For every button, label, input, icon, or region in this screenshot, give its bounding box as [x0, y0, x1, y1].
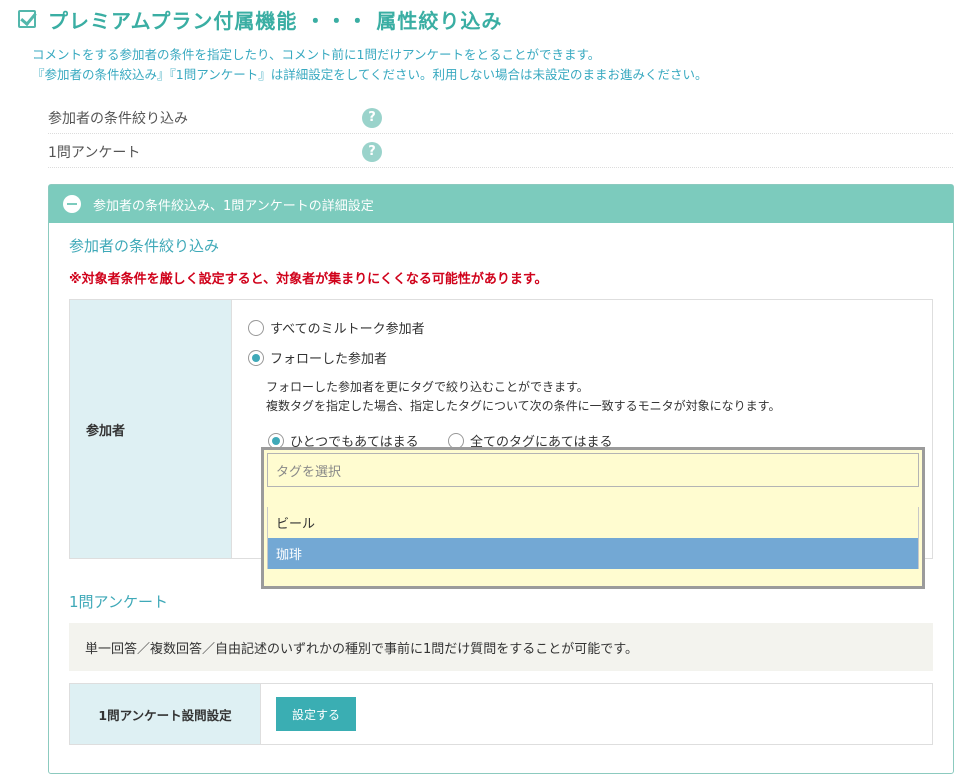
- tag-note-line-1: フォローした参加者を更にタグで絞り込むことができます。: [266, 380, 589, 394]
- configure-survey-button[interactable]: 設定する: [276, 697, 356, 731]
- filter-section-title: 参加者の条件絞り込み: [69, 237, 220, 255]
- tag-option-coffee[interactable]: 珈琲: [268, 538, 918, 569]
- tag-option-beer[interactable]: ビール: [268, 507, 918, 538]
- tag-options-list: ビール 珈琲: [267, 507, 919, 569]
- radio-label: フォローした参加者: [270, 352, 388, 367]
- survey-setting-label: 1問アンケート設問設定: [70, 684, 261, 744]
- survey-settings-table: 1問アンケート設問設定 設定する: [69, 683, 933, 745]
- survey-setting-body: 設定する: [261, 684, 932, 744]
- tag-search-input[interactable]: タグを選択: [267, 453, 919, 487]
- survey-note: 単一回答／複数回答／自由記述のいずれかの種別で事前に1問だけ質問をすることが可能…: [69, 623, 933, 671]
- description-line-1: コメントをする参加者の条件を指定したり、コメント前に1問だけアンケートをとること…: [32, 47, 601, 62]
- radio-label: すべてのミルトーク参加者: [270, 322, 425, 337]
- warning-text: ※対象者条件を厳しく設定すると、対象者が集まりにくくなる可能性があります。: [69, 272, 548, 287]
- option-row-survey: 1問アンケート ?: [48, 136, 953, 168]
- page-header: プレミアムプラン付属機能 ・・・ 属性絞り込み: [18, 4, 502, 34]
- help-icon[interactable]: ?: [362, 107, 382, 128]
- option-label: 1問アンケート: [48, 144, 141, 161]
- checkbox-checked-icon: [18, 10, 36, 28]
- description-line-2: 『参加者の条件絞込み』『1問アンケート』は詳細設定をしてください。利用しない場合…: [32, 67, 708, 82]
- option-row-participant-filter: 参加者の条件絞り込み ?: [48, 102, 953, 134]
- radio-unchecked-icon[interactable]: [248, 319, 264, 336]
- radio-checked-icon[interactable]: [248, 349, 264, 366]
- panel-header-toggle[interactable]: 参加者の条件絞込み、1問アンケートの詳細設定: [49, 185, 953, 223]
- radio-followed-participants[interactable]: フォローした参加者: [248, 348, 387, 367]
- tag-note-line-2: 複数タグを指定した場合、指定したタグについて次の条件に一致するモニタが対象になり…: [266, 399, 781, 413]
- tag-select-dropdown: タグを選択 ビール 珈琲: [261, 447, 925, 589]
- help-icon[interactable]: ?: [362, 141, 382, 162]
- page-title: プレミアムプラン付属機能 ・・・ 属性絞り込み: [48, 8, 503, 33]
- survey-section-title: 1問アンケート: [69, 593, 168, 611]
- collapse-minus-icon: [63, 195, 81, 213]
- option-label: 参加者の条件絞り込み: [48, 110, 188, 127]
- panel-header-label: 参加者の条件絞込み、1問アンケートの詳細設定: [93, 198, 374, 214]
- radio-all-participants[interactable]: すべてのミルトーク参加者: [248, 318, 425, 337]
- participants-label: 参加者: [70, 300, 232, 558]
